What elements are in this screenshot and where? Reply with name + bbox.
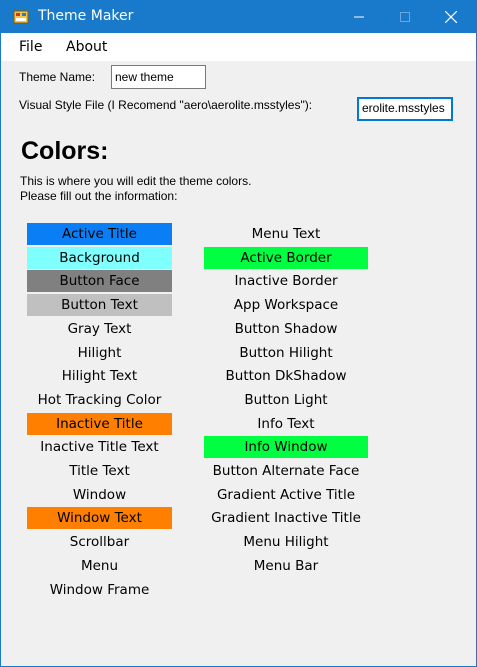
color-button-button-light[interactable]: Button Light bbox=[204, 389, 368, 411]
colors-description-line1: This is where you will edit the theme co… bbox=[20, 174, 252, 188]
color-button-window-frame[interactable]: Window Frame bbox=[27, 579, 172, 601]
style-file-input[interactable]: erolite.msstyles bbox=[357, 97, 453, 121]
maximize-icon bbox=[400, 12, 410, 22]
colors-description-line2: Please fill out the information: bbox=[20, 189, 178, 203]
color-button-app-workspace[interactable]: App Workspace bbox=[204, 294, 368, 316]
menu-about[interactable]: About bbox=[66, 39, 107, 55]
theme-name-label: Theme Name: bbox=[19, 70, 96, 84]
color-button-active-title[interactable]: Active Title bbox=[27, 223, 172, 245]
color-button-button-hilight[interactable]: Button Hilight bbox=[204, 342, 368, 364]
theme-maker-window: Theme Maker File About Theme Name: new t… bbox=[0, 0, 477, 667]
color-button-info-window[interactable]: Info Window bbox=[204, 436, 368, 459]
color-button-menu[interactable]: Menu bbox=[27, 555, 172, 577]
color-button-info-text[interactable]: Info Text bbox=[204, 413, 368, 435]
window-title: Theme Maker bbox=[38, 8, 134, 24]
style-file-label: Visual Style File (I Recomend "aero\aero… bbox=[19, 98, 313, 112]
menu-file[interactable]: File bbox=[19, 39, 42, 55]
minimize-button[interactable] bbox=[336, 1, 382, 33]
color-button-gradient-active-title[interactable]: Gradient Active Title bbox=[204, 484, 368, 506]
color-button-inactive-title-text[interactable]: Inactive Title Text bbox=[27, 436, 172, 458]
title-bar[interactable]: Theme Maker bbox=[1, 1, 476, 33]
color-button-inactive-title[interactable]: Inactive Title bbox=[27, 412, 172, 435]
theme-name-input[interactable]: new theme bbox=[111, 65, 206, 89]
color-button-title-text[interactable]: Title Text bbox=[27, 460, 172, 482]
close-button[interactable] bbox=[428, 1, 474, 33]
color-button-window[interactable]: Window bbox=[27, 484, 172, 506]
color-button-scrollbar[interactable]: Scrollbar bbox=[27, 531, 172, 553]
color-button-button-shadow[interactable]: Button Shadow bbox=[204, 318, 368, 340]
color-button-button-face[interactable]: Button Face bbox=[27, 270, 172, 293]
color-button-button-text[interactable]: Button Text bbox=[27, 294, 172, 317]
color-button-gradient-inactive-title[interactable]: Gradient Inactive Title bbox=[204, 507, 368, 529]
close-icon bbox=[445, 11, 457, 23]
color-button-hot-tracking-color[interactable]: Hot Tracking Color bbox=[27, 389, 172, 411]
color-button-menu-hilight[interactable]: Menu Hilight bbox=[204, 531, 368, 553]
maximize-button[interactable] bbox=[382, 1, 428, 33]
color-button-background[interactable]: Background bbox=[27, 246, 172, 269]
app-icon bbox=[13, 10, 29, 24]
color-button-button-alternate-face[interactable]: Button Alternate Face bbox=[204, 460, 368, 482]
colors-heading: Colors: bbox=[21, 137, 109, 165]
colors-description: This is where you will edit the theme co… bbox=[20, 174, 251, 204]
color-button-window-text[interactable]: Window Text bbox=[27, 507, 172, 530]
color-button-gray-text[interactable]: Gray Text bbox=[27, 318, 172, 340]
color-button-button-dkshadow[interactable]: Button DkShadow bbox=[204, 365, 368, 387]
color-button-inactive-border[interactable]: Inactive Border bbox=[204, 270, 368, 292]
color-button-active-border[interactable]: Active Border bbox=[204, 246, 368, 269]
color-button-menu-text[interactable]: Menu Text bbox=[204, 223, 368, 245]
minimize-icon bbox=[354, 16, 364, 18]
menu-bar: File About bbox=[1, 33, 476, 61]
color-button-menu-bar[interactable]: Menu Bar bbox=[204, 555, 368, 577]
color-button-hilight-text[interactable]: Hilight Text bbox=[27, 365, 172, 387]
color-button-hilight[interactable]: Hilight bbox=[27, 342, 172, 364]
